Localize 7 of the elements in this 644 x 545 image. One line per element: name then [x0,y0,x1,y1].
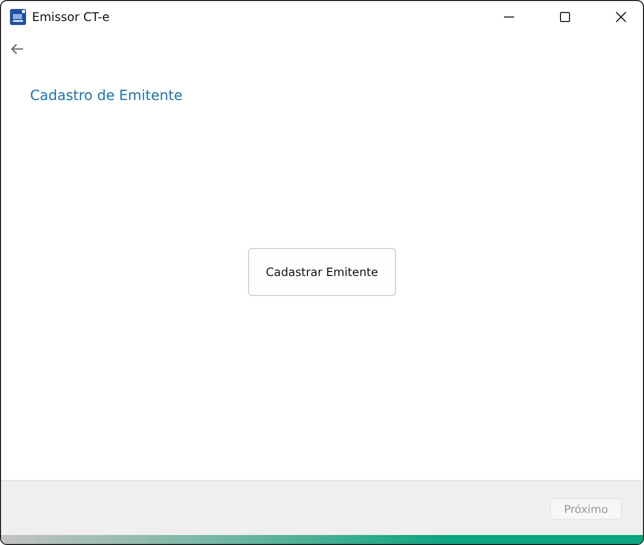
back-arrow-icon[interactable] [11,43,24,55]
app-icon [10,8,26,24]
window-title: Emissor CT-e [32,10,110,24]
maximize-icon[interactable] [560,12,570,22]
page-heading: Cadastro de Emitente [30,88,184,104]
close-icon[interactable] [616,12,626,22]
register-issuer-button[interactable]: Cadastrar Emitente [248,248,396,296]
